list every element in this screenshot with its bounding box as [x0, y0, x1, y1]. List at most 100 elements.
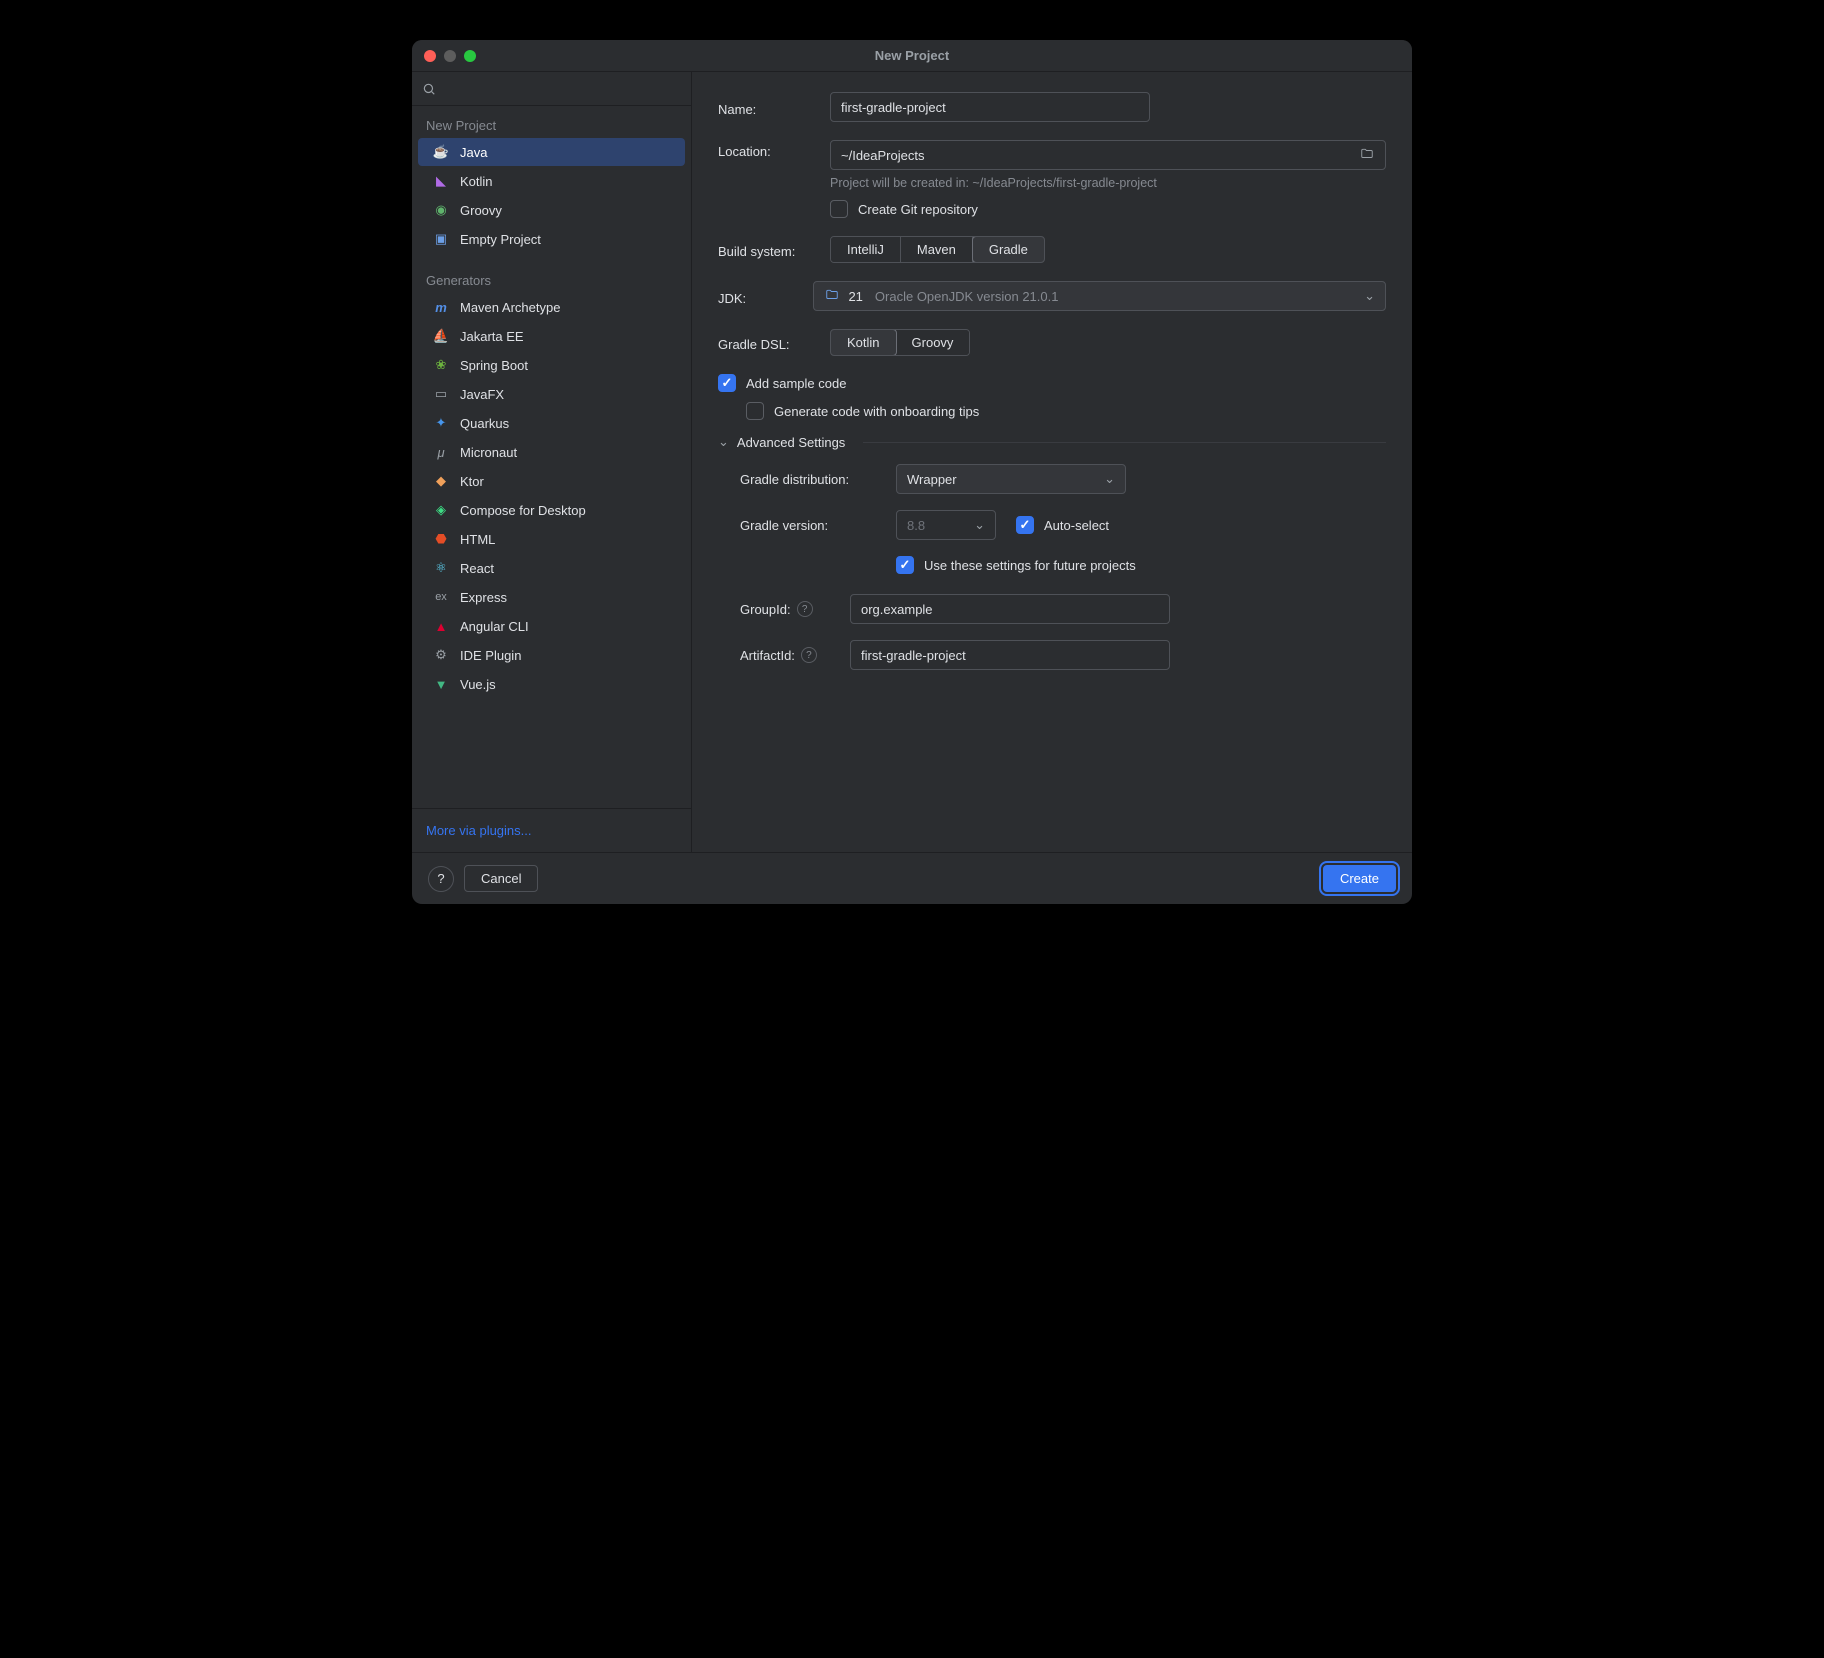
sidebar-item-label: Micronaut	[460, 445, 517, 460]
kotlin-icon: ◣	[432, 173, 450, 189]
gradle-dsl-label: Gradle DSL:	[718, 333, 830, 352]
gradle-version-value: 8.8	[907, 518, 925, 533]
advanced-settings-label: Advanced Settings	[737, 435, 845, 450]
html-icon: ⬣	[432, 531, 450, 547]
sidebar-item-ktor[interactable]: ◆ Ktor	[418, 467, 685, 495]
folder-jdk-icon	[824, 288, 840, 305]
ktor-icon: ◆	[432, 473, 450, 489]
cancel-button[interactable]: Cancel	[464, 865, 538, 892]
sidebar-item-vue[interactable]: ▼ Vue.js	[418, 670, 685, 698]
help-button[interactable]: ?	[428, 866, 454, 892]
chevron-down-icon: ⌄	[974, 517, 985, 533]
onboarding-tips-checkbox[interactable]	[746, 402, 764, 420]
help-icon[interactable]: ?	[797, 601, 813, 617]
groovy-icon: ◉	[432, 202, 450, 218]
jdk-dropdown[interactable]: 21 Oracle OpenJDK version 21.0.1 ⌄	[813, 281, 1386, 311]
sidebar-item-label: IDE Plugin	[460, 648, 521, 663]
zoom-window-button[interactable]	[464, 50, 476, 62]
name-input[interactable]	[830, 92, 1150, 122]
vue-icon: ▼	[432, 677, 450, 692]
gradle-version-dropdown: 8.8 ⌄	[896, 510, 996, 540]
ide-plugin-icon: ⚙	[432, 647, 450, 663]
location-value: ~/IdeaProjects	[841, 148, 924, 163]
location-input[interactable]: ~/IdeaProjects	[830, 140, 1386, 170]
use-future-settings-label: Use these settings for future projects	[924, 558, 1136, 573]
jakarta-icon: ⛵	[432, 328, 450, 344]
sidebar-item-empty-project[interactable]: ▣ Empty Project	[418, 225, 685, 253]
close-window-button[interactable]	[424, 50, 436, 62]
groupid-input[interactable]	[850, 594, 1170, 624]
more-via-plugins-link[interactable]: More via plugins...	[426, 823, 532, 838]
help-icon[interactable]: ?	[801, 647, 817, 663]
sidebar-item-label: Express	[460, 590, 507, 605]
create-git-checkbox[interactable]	[830, 200, 848, 218]
auto-select-label: Auto-select	[1044, 518, 1109, 533]
search-icon	[422, 82, 436, 96]
sidebar-item-maven-archetype[interactable]: m Maven Archetype	[418, 293, 685, 321]
javafx-icon: ▭	[432, 386, 450, 402]
sidebar-item-java[interactable]: ☕ Java	[418, 138, 685, 166]
sidebar-item-label: Java	[460, 145, 487, 160]
sidebar-item-label: Groovy	[460, 203, 502, 218]
form-panel: Name: Location: ~/IdeaProjects Project w…	[692, 72, 1412, 852]
gradle-distribution-dropdown[interactable]: Wrapper ⌄	[896, 464, 1126, 494]
maven-icon: m	[432, 300, 450, 315]
use-future-settings-checkbox[interactable]	[896, 556, 914, 574]
window-title: New Project	[412, 48, 1412, 63]
new-project-dialog: New Project New Project ☕ Java ◣ Kotlin …	[412, 40, 1412, 904]
sidebar-item-react[interactable]: ⚛ React	[418, 554, 685, 582]
add-sample-code-checkbox[interactable]	[718, 374, 736, 392]
sidebar-item-label: Kotlin	[460, 174, 493, 189]
sidebar-item-label: Ktor	[460, 474, 484, 489]
sidebar-item-groovy[interactable]: ◉ Groovy	[418, 196, 685, 224]
sidebar-item-label: Quarkus	[460, 416, 509, 431]
sidebar-item-compose-desktop[interactable]: ◈ Compose for Desktop	[418, 496, 685, 524]
search-input[interactable]	[442, 81, 681, 96]
chevron-down-icon: ⌄	[718, 434, 729, 450]
gradle-distribution-value: Wrapper	[907, 472, 957, 487]
folder-icon[interactable]	[1359, 147, 1375, 164]
sidebar-item-micronaut[interactable]: μ Micronaut	[418, 438, 685, 466]
dialog-footer: ? Cancel Create	[412, 852, 1412, 904]
sidebar-item-label: JavaFX	[460, 387, 504, 402]
sidebar-item-label: React	[460, 561, 494, 576]
sidebar-item-label: Angular CLI	[460, 619, 529, 634]
artifactid-input[interactable]	[850, 640, 1170, 670]
spring-icon: ❀	[432, 357, 450, 373]
gradle-dsl-segmented: Kotlin Groovy	[830, 329, 970, 356]
artifactid-label: ArtifactId:	[740, 648, 795, 663]
titlebar: New Project	[412, 40, 1412, 72]
advanced-settings-toggle[interactable]: ⌄ Advanced Settings	[718, 434, 1386, 450]
location-hint: Project will be created in: ~/IdeaProjec…	[830, 176, 1386, 190]
sidebar-item-express[interactable]: ex Express	[418, 583, 685, 611]
gradle-dsl-kotlin[interactable]: Kotlin	[830, 329, 897, 356]
location-label: Location:	[718, 140, 830, 159]
chevron-down-icon: ⌄	[1104, 471, 1115, 487]
sidebar-item-html[interactable]: ⬣ HTML	[418, 525, 685, 553]
build-system-intellij[interactable]: IntelliJ	[831, 237, 901, 262]
minimize-window-button[interactable]	[444, 50, 456, 62]
sidebar-item-quarkus[interactable]: ✦ Quarkus	[418, 409, 685, 437]
sidebar-item-spring-boot[interactable]: ❀ Spring Boot	[418, 351, 685, 379]
build-system-maven[interactable]: Maven	[901, 237, 973, 262]
jdk-value-sub: Oracle OpenJDK version 21.0.1	[875, 289, 1059, 304]
auto-select-checkbox[interactable]	[1016, 516, 1034, 534]
sidebar-item-label: HTML	[460, 532, 495, 547]
sidebar-item-kotlin[interactable]: ◣ Kotlin	[418, 167, 685, 195]
jdk-value-main: 21	[848, 289, 862, 304]
compose-icon: ◈	[432, 502, 450, 518]
sidebar-item-label: Maven Archetype	[460, 300, 560, 315]
create-git-label: Create Git repository	[858, 202, 978, 217]
create-button[interactable]: Create	[1323, 865, 1396, 892]
gradle-version-label: Gradle version:	[740, 518, 896, 533]
sidebar-search[interactable]	[412, 72, 691, 106]
sidebar-item-angular-cli[interactable]: ▲ Angular CLI	[418, 612, 685, 640]
sidebar-item-ide-plugin[interactable]: ⚙ IDE Plugin	[418, 641, 685, 669]
sidebar-item-jakarta-ee[interactable]: ⛵ Jakarta EE	[418, 322, 685, 350]
name-label: Name:	[718, 98, 830, 117]
chevron-down-icon: ⌄	[1364, 288, 1375, 304]
build-system-gradle[interactable]: Gradle	[972, 236, 1045, 263]
gradle-dsl-groovy[interactable]: Groovy	[896, 330, 970, 355]
sidebar-item-javafx[interactable]: ▭ JavaFX	[418, 380, 685, 408]
sidebar-section-new-project: New Project	[412, 110, 691, 137]
